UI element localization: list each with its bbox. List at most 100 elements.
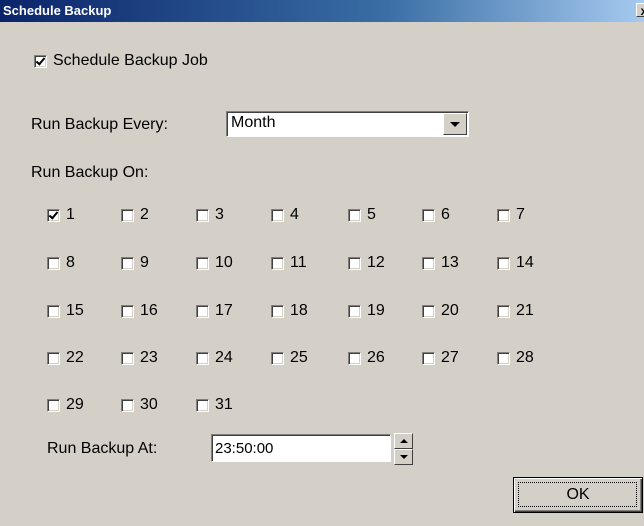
checkbox-box[interactable] [497,304,510,318]
checkbox-box[interactable] [47,398,60,412]
run-backup-every-select[interactable]: Month [226,111,469,137]
checkbox-box[interactable] [196,398,209,412]
focus-rect [518,482,637,507]
chevron-down-icon [450,122,460,127]
checkbox-box[interactable] [497,256,510,270]
day-checkbox-label: 7 [516,206,525,223]
day-checkbox-label: 29 [66,396,84,413]
day-checkbox-label: 11 [290,254,307,271]
day-checkbox-label: 20 [441,302,459,319]
day-checkbox-27[interactable]: 27 [422,349,459,367]
checkbox-box[interactable] [422,256,435,270]
run-backup-every-value: Month [231,114,276,131]
checkbox-box[interactable] [34,54,47,68]
day-checkbox-31[interactable]: 31 [196,396,233,414]
day-checkbox-11[interactable]: 11 [271,254,307,272]
day-checkbox-20[interactable]: 20 [422,302,459,320]
spin-down-button[interactable] [394,449,413,465]
day-checkbox-15[interactable]: 15 [47,302,84,320]
day-checkbox-17[interactable]: 17 [196,302,233,320]
day-checkbox-29[interactable]: 29 [47,396,84,414]
day-checkbox-8[interactable]: 8 [47,254,75,272]
day-checkbox-21[interactable]: 21 [497,302,534,320]
checkbox-box[interactable] [121,304,134,318]
day-checkbox-18[interactable]: 18 [271,302,308,320]
day-checkbox-28[interactable]: 28 [497,349,534,367]
day-checkbox-4[interactable]: 4 [271,206,299,224]
checkbox-box[interactable] [271,351,284,365]
day-checkbox-label: 4 [290,206,299,223]
run-backup-on-label: Run Backup On: [31,164,149,181]
day-checkbox-label: 18 [290,302,308,319]
day-checkbox-label: 14 [516,254,534,271]
checkbox-box[interactable] [348,351,361,365]
day-checkbox-label: 27 [441,349,459,366]
day-checkbox-label: 19 [367,302,385,319]
checkbox-box[interactable] [47,351,60,365]
day-checkbox-7[interactable]: 7 [497,206,525,224]
checkbox-box[interactable] [497,208,510,222]
checkbox-box[interactable] [196,208,209,222]
checkbox-box[interactable] [497,351,510,365]
day-checkbox-3[interactable]: 3 [196,206,224,224]
day-checkbox-24[interactable]: 24 [196,349,233,367]
day-checkbox-label: 1 [66,206,75,223]
checkbox-box[interactable] [47,256,60,270]
checkbox-box[interactable] [271,256,284,270]
day-checkbox-9[interactable]: 9 [121,254,149,272]
checkbox-box[interactable] [348,208,361,222]
day-checkbox-1[interactable]: 1 [47,206,75,224]
day-checkbox-label: 17 [215,302,233,319]
dropdown-button[interactable] [443,113,467,135]
day-checkbox-label: 2 [140,206,149,223]
day-checkbox-label: 15 [66,302,84,319]
day-checkbox-5[interactable]: 5 [348,206,376,224]
checkbox-box[interactable] [348,256,361,270]
day-checkbox-6[interactable]: 6 [422,206,450,224]
day-checkbox-23[interactable]: 23 [121,349,158,367]
day-checkbox-13[interactable]: 13 [422,254,459,272]
day-checkbox-label: 16 [140,302,158,319]
day-checkbox-26[interactable]: 26 [348,349,385,367]
checkbox-box[interactable] [196,304,209,318]
checkbox-box[interactable] [271,304,284,318]
checkbox-box[interactable] [422,351,435,365]
checkbox-box[interactable] [47,208,60,222]
day-checkbox-22[interactable]: 22 [47,349,84,367]
day-checkbox-14[interactable]: 14 [497,254,534,272]
schedule-backup-job-checkbox[interactable]: Schedule Backup Job [34,52,208,70]
day-checkbox-label: 24 [215,349,233,366]
day-checkbox-label: 10 [215,254,233,271]
checkbox-box[interactable] [348,304,361,318]
day-checkbox-label: 9 [140,254,149,271]
checkbox-box[interactable] [121,351,134,365]
checkbox-box[interactable] [422,304,435,318]
checkbox-box[interactable] [47,304,60,318]
close-icon: x [641,4,644,18]
checkbox-box[interactable] [121,398,134,412]
checkbox-box[interactable] [271,208,284,222]
day-checkbox-2[interactable]: 2 [121,206,149,224]
day-checkbox-16[interactable]: 16 [121,302,158,320]
close-button[interactable]: x [636,3,644,18]
day-checkbox-25[interactable]: 25 [271,349,308,367]
day-checkbox-label: 5 [367,206,376,223]
checkbox-box[interactable] [121,256,134,270]
schedule-backup-job-label: Schedule Backup Job [53,52,208,69]
spin-up-button[interactable] [394,433,413,449]
ok-button[interactable]: OK [513,477,643,513]
day-checkbox-10[interactable]: 10 [196,254,233,272]
checkbox-box[interactable] [196,256,209,270]
run-backup-at-time-input[interactable] [211,434,391,462]
window-title: Schedule Backup [3,3,112,18]
run-backup-every-label: Run Backup Every: [31,116,168,133]
time-spinner[interactable] [394,433,413,465]
day-checkbox-19[interactable]: 19 [348,302,385,320]
day-checkbox-30[interactable]: 30 [121,396,158,414]
day-checkbox-label: 22 [66,349,84,366]
day-checkbox-12[interactable]: 12 [348,254,385,272]
checkbox-box[interactable] [422,208,435,222]
checkbox-box[interactable] [121,208,134,222]
day-checkbox-label: 23 [140,349,158,366]
checkbox-box[interactable] [196,351,209,365]
